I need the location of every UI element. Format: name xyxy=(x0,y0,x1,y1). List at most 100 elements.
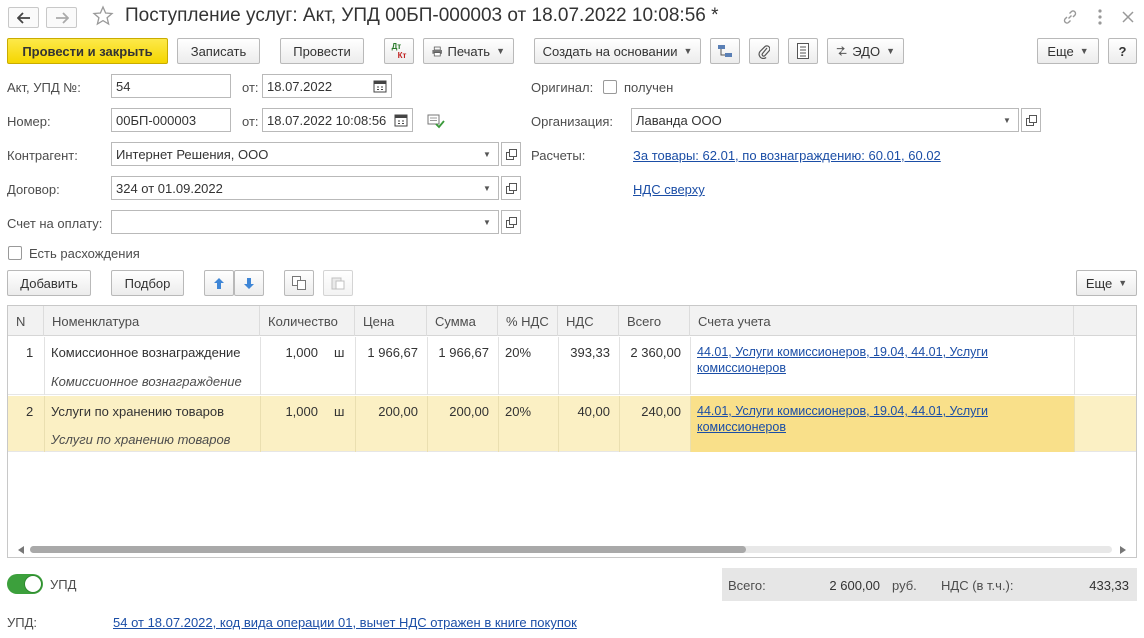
favorite-star-icon[interactable] xyxy=(92,5,114,30)
paste-rows-button[interactable] xyxy=(323,270,353,296)
contractor-field[interactable]: Интернет Решения, ООО ▼ xyxy=(111,142,499,166)
scroll-right-icon[interactable] xyxy=(1120,546,1126,554)
row-price[interactable]: 200,00 xyxy=(355,404,418,419)
col-quantity[interactable]: Количество xyxy=(260,306,355,336)
chevron-down-icon[interactable]: ▼ xyxy=(476,143,498,165)
row-accounts-link-line2[interactable]: комиссионеров xyxy=(697,420,786,434)
pick-button[interactable]: Подбор xyxy=(111,270,184,296)
row-accounts-link-line1[interactable]: 44.01, Услуги комиссионеров, 19.04, 44.0… xyxy=(697,404,988,418)
table-more-button[interactable]: Еще ▼ xyxy=(1076,270,1137,296)
discrepancy-checkbox[interactable] xyxy=(8,246,22,260)
dt-kt-button[interactable]: Дт Кт xyxy=(384,38,414,64)
add-row-button[interactable]: Добавить xyxy=(7,270,91,296)
calendar-icon[interactable] xyxy=(372,78,388,94)
organization-open-button[interactable] xyxy=(1021,108,1041,132)
horizontal-scrollbar[interactable] xyxy=(8,542,1136,557)
link-icon[interactable] xyxy=(1060,7,1080,27)
row-name-sub: Комиссионное вознаграждение xyxy=(51,374,242,389)
row-vat[interactable]: 40,00 xyxy=(558,404,610,419)
help-label: ? xyxy=(1118,43,1127,59)
row-price[interactable]: 1 966,67 xyxy=(355,345,418,360)
open-form-icon xyxy=(505,216,517,228)
scroll-left-icon[interactable] xyxy=(18,546,24,554)
move-up-button[interactable] xyxy=(204,270,234,296)
chevron-down-icon: ▼ xyxy=(1118,278,1128,288)
col-nomenclature[interactable]: Номенклатура xyxy=(44,306,260,336)
act-number-field[interactable]: 54 xyxy=(111,74,231,98)
row-vat[interactable]: 393,33 xyxy=(558,345,610,360)
save-button[interactable]: Записать xyxy=(177,38,260,64)
col-sum[interactable]: Сумма xyxy=(427,306,498,336)
row-vat-rate[interactable]: 20% xyxy=(505,345,531,360)
col-n[interactable]: N xyxy=(8,306,44,336)
row-accounts-link-line2[interactable]: комиссионеров xyxy=(697,361,786,375)
invoice-open-button[interactable] xyxy=(501,210,521,234)
more-button[interactable]: Еще ▼ xyxy=(1037,38,1099,64)
back-button[interactable] xyxy=(8,7,39,28)
document-status-icon[interactable] xyxy=(427,113,445,132)
forward-button[interactable] xyxy=(46,7,77,28)
post-label: Провести xyxy=(293,43,351,59)
post-and-close-button[interactable]: Провести и закрыть xyxy=(7,38,168,64)
structure-button[interactable] xyxy=(710,38,740,64)
vat-on-top-link[interactable]: НДС сверху xyxy=(633,182,705,197)
chevron-down-icon[interactable]: ▼ xyxy=(996,109,1018,131)
add-row-label: Добавить xyxy=(20,275,78,291)
row-total[interactable]: 2 360,00 xyxy=(619,345,681,360)
row-quantity[interactable]: 1,000 xyxy=(260,404,318,419)
row-total[interactable]: 240,00 xyxy=(619,404,681,419)
act-date-field[interactable]: 18.07.2022 xyxy=(262,74,392,98)
vat-included-value: 433,33 xyxy=(1089,578,1129,593)
row-sum[interactable]: 1 966,67 xyxy=(427,345,489,360)
row-vat-rate[interactable]: 20% xyxy=(505,404,531,419)
col-vat[interactable]: НДС xyxy=(558,306,619,336)
received-checkbox[interactable] xyxy=(603,80,617,94)
number-field[interactable]: 00БП-000003 xyxy=(111,108,231,132)
number-date-field[interactable]: 18.07.2022 10:08:56 xyxy=(262,108,413,132)
chevron-down-icon[interactable]: ▼ xyxy=(476,211,498,233)
edo-button[interactable]: ЭДО ▼ xyxy=(827,38,904,64)
row-unit: ш xyxy=(334,404,345,419)
table-row-selected[interactable]: 2 Услуги по хранению товаров Услуги по х… xyxy=(8,396,1136,452)
services-table[interactable]: N Номенклатура Количество Цена Сумма % Н… xyxy=(7,305,1137,558)
contract-open-button[interactable] xyxy=(501,176,521,200)
calendar-icon[interactable] xyxy=(393,112,409,128)
help-button[interactable]: ? xyxy=(1108,38,1137,64)
print-button[interactable]: Печать ▼ xyxy=(423,38,514,64)
settlements-link[interactable]: За товары: 62.01, по вознаграждению: 60.… xyxy=(633,148,941,163)
table-row[interactable]: 1 Комиссионное вознаграждение Комиссионн… xyxy=(8,337,1136,395)
col-accounts[interactable]: Счета учета xyxy=(690,306,1074,336)
save-label: Записать xyxy=(190,43,247,59)
open-form-icon xyxy=(505,148,517,160)
row-name[interactable]: Комиссионное вознаграждение xyxy=(51,345,241,360)
journal-button[interactable] xyxy=(788,38,818,64)
col-vat-rate[interactable]: % НДС xyxy=(498,306,558,336)
contract-field[interactable]: 324 от 01.09.2022 ▼ xyxy=(111,176,499,200)
move-down-button[interactable] xyxy=(234,270,264,296)
invoice-field[interactable]: ▼ xyxy=(111,210,499,234)
row-quantity[interactable]: 1,000 xyxy=(260,345,318,360)
post-button[interactable]: Провести xyxy=(280,38,364,64)
upd-toggle[interactable] xyxy=(7,574,43,594)
col-price[interactable]: Цена xyxy=(355,306,427,336)
upd-link[interactable]: 54 от 18.07.2022, код вида операции 01, … xyxy=(113,615,577,630)
more-label: Еще xyxy=(1047,43,1074,59)
col-total[interactable]: Всего xyxy=(619,306,690,336)
contractor-open-button[interactable] xyxy=(501,142,521,166)
menu-dots-icon[interactable] xyxy=(1090,7,1110,27)
open-form-icon xyxy=(1025,114,1037,126)
settlements-label: Расчеты: xyxy=(531,148,586,163)
row-accounts-link-line1[interactable]: 44.01, Услуги комиссионеров, 19.04, 44.0… xyxy=(697,345,988,359)
row-number: 2 xyxy=(26,404,34,419)
scrollbar-thumb[interactable] xyxy=(30,546,746,553)
chevron-down-icon: ▼ xyxy=(496,46,505,56)
chevron-down-icon: ▼ xyxy=(886,46,895,56)
copy-rows-button[interactable] xyxy=(284,270,314,296)
create-based-on-button[interactable]: Создать на основании ▼ xyxy=(534,38,701,64)
organization-field[interactable]: Лаванда ООО ▼ xyxy=(631,108,1019,132)
row-sum[interactable]: 200,00 xyxy=(427,404,489,419)
row-name[interactable]: Услуги по хранению товаров xyxy=(51,404,224,419)
chevron-down-icon[interactable]: ▼ xyxy=(476,177,498,199)
close-icon[interactable] xyxy=(1118,7,1138,27)
attachments-button[interactable] xyxy=(749,38,779,64)
